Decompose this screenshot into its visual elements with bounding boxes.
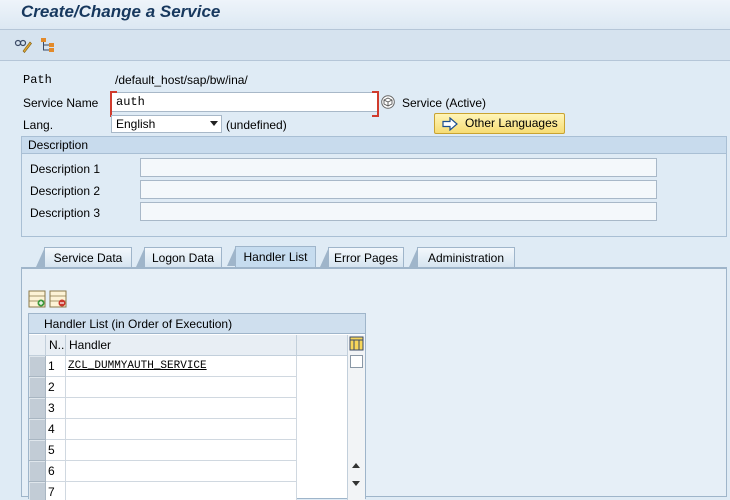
display-change-icon[interactable] (14, 36, 32, 54)
row-number: 7 (46, 482, 66, 500)
table-body: 1 ZCL_DUMMYAUTH_SERVICE 2 3 4 5 6 7 (29, 356, 347, 500)
cube-icon[interactable] (381, 95, 395, 109)
row-number: 6 (46, 461, 66, 482)
handler-cell[interactable] (66, 482, 297, 500)
table-row[interactable]: 3 (29, 398, 347, 419)
table-row[interactable]: 4 (29, 419, 347, 440)
application-toolbar (0, 30, 730, 61)
row-selector[interactable] (29, 461, 46, 482)
row-selector[interactable] (29, 440, 46, 461)
language-label: Lang. (23, 118, 54, 132)
scroll-thumb[interactable] (350, 355, 363, 368)
delete-row-icon[interactable] (49, 290, 67, 308)
table-row[interactable]: 6 (29, 461, 347, 482)
handler-cell[interactable] (66, 440, 297, 461)
description-1-label: Description 1 (30, 162, 101, 176)
path-value: /default_host/sap/bw/ina/ (115, 73, 248, 87)
row-number: 3 (46, 398, 66, 419)
insert-row-icon[interactable] (28, 290, 46, 308)
description-2-field[interactable] (140, 180, 657, 199)
row-selector[interactable] (29, 482, 46, 500)
row-selector[interactable] (29, 377, 46, 398)
language-selected-value: English (116, 117, 156, 131)
path-label: Path (23, 73, 52, 87)
handler-cell[interactable] (66, 398, 297, 419)
handler-link[interactable]: ZCL_DUMMYAUTH_SERVICE (68, 360, 207, 372)
select-all-cell[interactable] (29, 335, 46, 356)
row-number: 1 (46, 356, 66, 377)
handler-cell[interactable]: ZCL_DUMMYAUTH_SERVICE (66, 356, 297, 377)
service-status: Service (Active) (402, 96, 487, 110)
column-header-spacer (297, 335, 347, 356)
scroll-up-icon[interactable] (352, 463, 360, 468)
description-3-field[interactable] (140, 202, 657, 221)
column-header-number[interactable]: N.. (46, 335, 66, 356)
tab-logon-data[interactable]: Logon Data (136, 247, 222, 267)
handler-cell[interactable] (66, 377, 297, 398)
table-row[interactable]: 1 ZCL_DUMMYAUTH_SERVICE (29, 356, 347, 377)
row-number: 5 (46, 440, 66, 461)
row-number: 2 (46, 377, 66, 398)
service-name-input[interactable]: auth (110, 91, 379, 117)
vertical-scrollbar[interactable] (347, 335, 365, 500)
handler-cell[interactable] (66, 461, 297, 482)
handler-cell[interactable] (66, 419, 297, 440)
description-3-label: Description 3 (30, 206, 101, 220)
tab-handler-list[interactable]: Handler List (227, 246, 316, 268)
language-select[interactable]: English (111, 115, 222, 133)
column-header-handler[interactable]: Handler (66, 335, 297, 356)
row-selector[interactable] (29, 398, 46, 419)
page-title: Create/Change a Service (21, 2, 221, 21)
description-header: Description (22, 137, 726, 154)
description-1-field[interactable] (140, 158, 657, 177)
table-row[interactable]: 2 (29, 377, 347, 398)
row-number: 4 (46, 419, 66, 440)
other-languages-label: Other Languages (465, 116, 558, 130)
tab-service-data[interactable]: Service Data (36, 247, 132, 267)
handler-table: Handler List (in Order of Execution) N..… (28, 313, 366, 500)
service-name-label: Service Name (23, 96, 99, 110)
row-selector[interactable] (29, 419, 46, 440)
arrow-right-icon (442, 116, 458, 132)
chevron-down-icon (210, 121, 218, 126)
handler-list-panel: Handler List (in Order of Execution) N..… (21, 267, 727, 500)
title-bar: Create/Change a Service (0, 0, 730, 30)
tabstrip: Service Data Logon Data Handler List Err… (21, 246, 727, 500)
other-languages-button[interactable]: Other Languages (434, 113, 565, 134)
description-2-label: Description 2 (30, 184, 101, 198)
scroll-down-icon[interactable] (352, 481, 360, 486)
tab-error-pages[interactable]: Error Pages (320, 247, 404, 267)
hierarchy-icon[interactable] (39, 36, 57, 54)
language-note: (undefined) (226, 118, 287, 132)
column-config-icon[interactable] (349, 336, 364, 351)
table-row[interactable]: 5 (29, 440, 347, 461)
table-title: Handler List (in Order of Execution) (29, 314, 365, 334)
tab-administration[interactable]: Administration (409, 247, 515, 267)
description-group: Description Description 1 Description 2 … (21, 136, 727, 237)
row-selector[interactable] (29, 356, 46, 377)
table-row[interactable]: 7 (29, 482, 347, 500)
